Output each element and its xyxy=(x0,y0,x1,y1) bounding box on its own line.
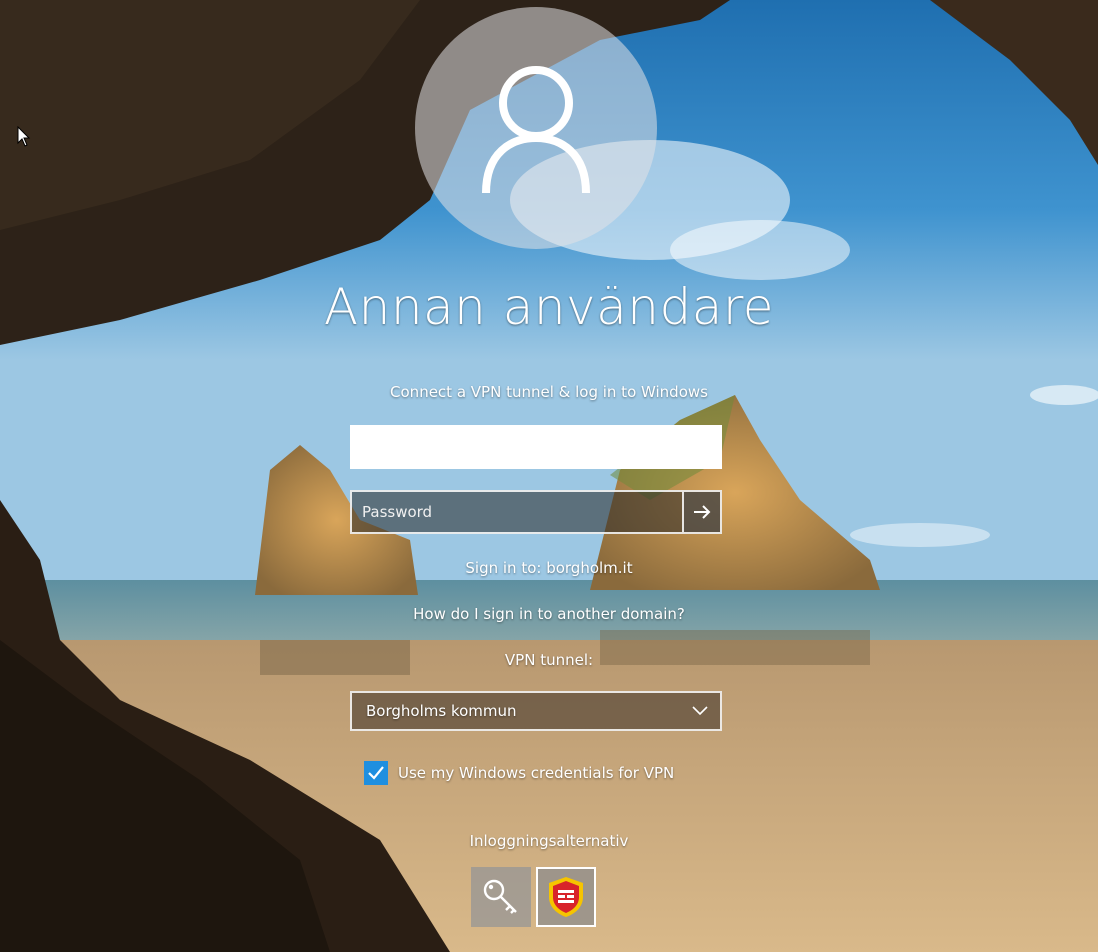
password-field xyxy=(350,490,722,534)
use-windows-credentials-checkbox[interactable] xyxy=(364,761,388,785)
sign-in-options-label: Inloggningsalternativ xyxy=(469,832,629,850)
checkmark-icon xyxy=(368,766,384,780)
sign-in-option-password[interactable] xyxy=(471,867,531,927)
username-input[interactable] xyxy=(350,425,722,469)
sign-in-domain-text: Sign in to: borgholm.it xyxy=(465,559,633,577)
vpn-intro-text: Connect a VPN tunnel & log in to Windows xyxy=(390,383,708,401)
username-title: Annan användare xyxy=(323,278,775,336)
vpn-tunnel-dropdown[interactable]: Borgholms kommun xyxy=(350,691,722,731)
use-windows-credentials-option[interactable]: Use my Windows credentials for VPN xyxy=(364,759,674,787)
vpn-tunnel-selected-value: Borgholms kommun xyxy=(366,702,517,720)
other-domain-link[interactable]: How do I sign in to another domain? xyxy=(249,605,849,623)
lock-screen: Annan användare Connect a VPN tunnel & l… xyxy=(0,0,1098,952)
user-silhouette-icon xyxy=(482,66,590,194)
arrow-right-icon xyxy=(694,505,711,519)
submit-button[interactable] xyxy=(682,492,720,532)
vpn-tunnel-label: VPN tunnel: xyxy=(504,651,594,669)
user-avatar xyxy=(415,7,657,249)
mouse-cursor-icon xyxy=(17,126,31,147)
chevron-down-icon xyxy=(692,706,708,716)
use-windows-credentials-label: Use my Windows credentials for VPN xyxy=(398,764,675,782)
sign-in-option-vpn[interactable] xyxy=(536,867,596,927)
key-icon xyxy=(483,879,517,914)
password-input[interactable] xyxy=(352,492,682,532)
vpn-shield-icon xyxy=(549,877,583,917)
